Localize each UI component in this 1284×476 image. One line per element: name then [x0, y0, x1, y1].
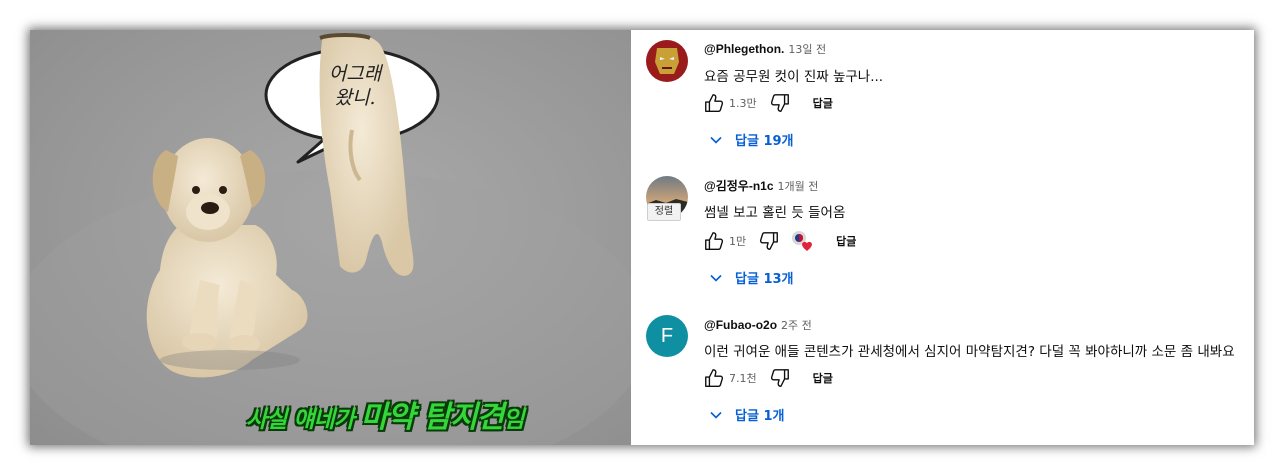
comment-author[interactable]: @김정우-n1c: [704, 179, 774, 193]
iron-man-avatar[interactable]: [646, 40, 688, 82]
like-count: 7.1천: [729, 372, 757, 385]
chevron-down-icon: [710, 411, 722, 419]
comment-author[interactable]: @Phlegethon.: [704, 42, 784, 56]
like-count: 1.3만: [729, 97, 757, 110]
comment-author[interactable]: @Fubao-o2o: [704, 318, 777, 332]
like-count: 1만: [729, 235, 747, 248]
comments-section: @Phlegethon. 13일 전 요즘 공무원 컷이 진짜 높구나... 1.…: [631, 30, 1254, 445]
comment-actions: 1.3만 답글: [703, 91, 833, 115]
subtitle-part-1: 사실 얘네가: [246, 407, 361, 433]
thumbs-up-icon[interactable]: [703, 367, 725, 389]
thumbs-down-icon[interactable]: [769, 367, 791, 389]
replies-count-label: 답글 13개: [735, 272, 794, 287]
comment-header: @Fubao-o2o 2주 전: [704, 317, 812, 333]
video-frame[interactable]: 어그래 왔니. 사실 얘네가 마약 탐지견임: [30, 30, 631, 445]
reply-button[interactable]: 답글: [836, 233, 856, 249]
thumbs-down-icon[interactable]: [769, 92, 791, 114]
creator-heart-icon: [792, 231, 813, 251]
comment-time[interactable]: 2주 전: [781, 319, 812, 332]
view-replies-button[interactable]: 답글 13개: [709, 268, 794, 287]
view-replies-button[interactable]: 답글 1개: [709, 405, 784, 424]
subtitle-part-2: 마약 탐지견: [360, 400, 504, 435]
replies-count-label: 답글 19개: [735, 134, 794, 149]
reply-button[interactable]: 답글: [813, 95, 833, 111]
replies-count-label: 답글 1개: [735, 409, 785, 424]
comment-header: @Phlegethon. 13일 전: [704, 41, 826, 57]
thumbs-up-icon[interactable]: [703, 230, 725, 252]
comment-text: 썸넬 보고 홀린 듯 들어옴: [704, 205, 846, 221]
comment-actions: 7.1천 답글: [703, 366, 833, 390]
chevron-down-icon: [710, 274, 722, 282]
subtitle-part-3: 임: [503, 407, 524, 433]
speech-bubble-line-2: 왔니.: [334, 87, 376, 109]
comment-text: 요즘 공무원 컷이 진짜 높구나...: [704, 69, 884, 85]
thumbs-up-icon[interactable]: [703, 92, 725, 114]
sort-tag: 정렬: [647, 203, 681, 221]
video-subtitle: 사실 얘네가 마약 탐지견임: [246, 392, 524, 436]
chevron-down-icon: [710, 136, 722, 144]
comment-time[interactable]: 13일 전: [788, 43, 826, 56]
screenshot-frame: 어그래 왔니. 사실 얘네가 마약 탐지견임 @Phlegethon. 13일 전…: [30, 30, 1254, 445]
comment-header: @김정우-n1c 1개월 전: [704, 177, 818, 194]
reply-button[interactable]: 답글: [813, 370, 833, 386]
thumbs-down-icon[interactable]: [758, 230, 780, 252]
comment-text: 이런 귀여운 애들 콘텐츠가 관세청에서 심지어 마약탐지견? 다덜 꼭 봐야하…: [704, 344, 1235, 360]
speech-bubble-line-1: 어그래: [328, 63, 382, 85]
speech-bubble-text: 어그래 왔니.: [300, 62, 410, 110]
comment-actions: 1만 답글: [703, 229, 856, 253]
view-replies-button[interactable]: 답글 19개: [709, 130, 794, 149]
comment-time[interactable]: 1개월 전: [778, 180, 819, 193]
letter-avatar[interactable]: F: [646, 315, 688, 357]
